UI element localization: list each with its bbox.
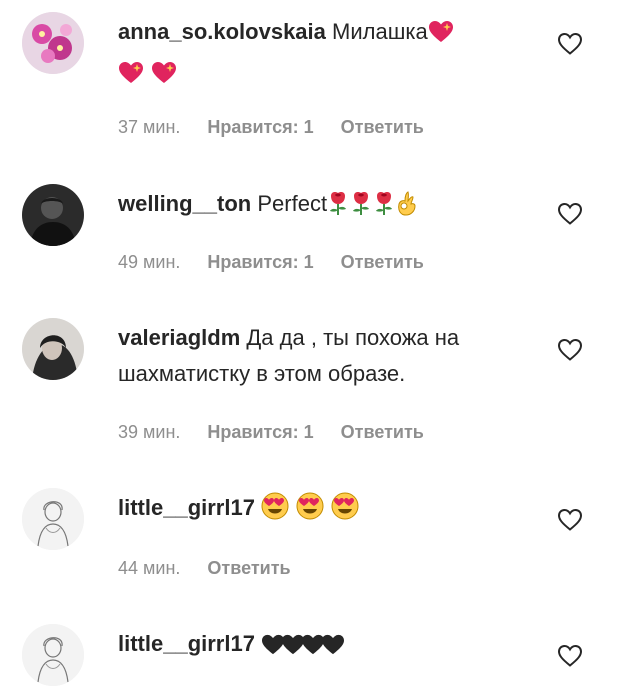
comment-time[interactable]: 49 мин. [118, 252, 180, 272]
reply-button[interactable]: Ответить [341, 422, 424, 442]
comment-body: little__girrl17 [118, 490, 538, 531]
comment-body: little__girrl17 [118, 626, 538, 667]
comment-time[interactable]: 37 мин. [118, 117, 180, 137]
like-heart-icon[interactable] [557, 644, 583, 668]
comment-likes[interactable]: Нравится: 1 [207, 117, 313, 137]
comment-time[interactable]: 44 мин. [118, 558, 180, 578]
comment-text: Perfect [257, 191, 328, 216]
comment-likes[interactable]: Нравится: 1 [207, 422, 313, 442]
reply-button[interactable]: Ответить [341, 117, 424, 137]
comment-username[interactable]: little__girrl17 [118, 631, 255, 656]
sparkle-heart-icon [118, 60, 144, 96]
sparkle-heart-icon [428, 19, 454, 55]
comment-text: Милашка [332, 19, 428, 44]
comment-meta: 39 мин. Нравится: 1 Ответить [118, 422, 446, 443]
heart-eyes-icon [296, 492, 324, 531]
rose-icon [350, 190, 372, 227]
comment-body: welling__ton Perfect [118, 186, 538, 227]
comment-likes[interactable]: Нравится: 1 [207, 252, 313, 272]
comment-meta: 37 мин. Нравится: 1 Ответить [118, 117, 446, 138]
comment-meta: 49 мин. Нравится: 1 Ответить [118, 252, 446, 273]
heart-eyes-icon [331, 492, 359, 531]
rose-icon [373, 190, 395, 227]
reply-button[interactable]: Ответить [341, 252, 424, 272]
avatar[interactable] [22, 184, 84, 246]
comment-username[interactable]: valeriagldm [118, 325, 240, 350]
sparkle-heart-icon [151, 60, 177, 96]
like-heart-icon[interactable] [557, 32, 583, 56]
avatar[interactable] [22, 12, 84, 74]
comment-body: anna_so.kolovskaia Милашка [118, 14, 538, 96]
avatar[interactable] [22, 488, 84, 550]
ok-hand-icon [396, 190, 418, 227]
comment-time[interactable]: 39 мин. [118, 422, 180, 442]
rose-icon [327, 190, 349, 227]
black-heart-icon [321, 631, 345, 667]
like-heart-icon[interactable] [557, 202, 583, 226]
heart-eyes-icon [261, 492, 289, 531]
comment-meta: 44 мин. Ответить [118, 558, 313, 579]
comment-username[interactable]: little__girrl17 [118, 495, 255, 520]
comment-body: valeriagldm Да да , ты похожа на шахмати… [118, 320, 538, 392]
avatar[interactable] [22, 624, 84, 686]
like-heart-icon[interactable] [557, 508, 583, 532]
comment-username[interactable]: welling__ton [118, 191, 251, 216]
reply-button[interactable]: Ответить [207, 558, 290, 578]
comment-username[interactable]: anna_so.kolovskaia [118, 19, 326, 44]
like-heart-icon[interactable] [557, 338, 583, 362]
avatar[interactable] [22, 318, 84, 380]
